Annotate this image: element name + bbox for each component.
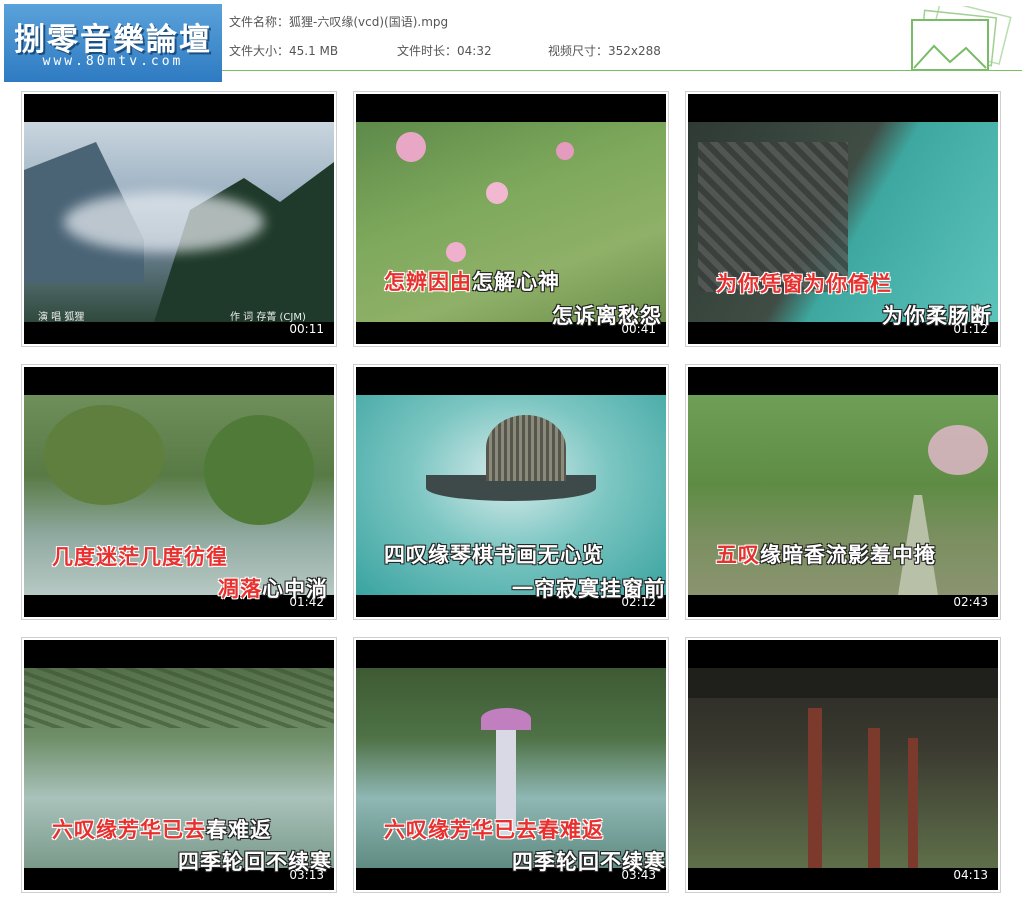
video-thumbnail[interactable]: 几度迷茫几度彷徨 凋落心中淌 01:42 bbox=[21, 364, 337, 620]
logo-url: www.80mtv.com bbox=[42, 54, 184, 69]
timestamp: 01:12 bbox=[953, 322, 988, 336]
timestamp: 02:43 bbox=[953, 595, 988, 609]
lyric-line-1: 怎辨因由怎解心神 bbox=[384, 270, 560, 294]
file-name-label: 文件名称： bbox=[229, 15, 290, 29]
logo-title: 捌零音樂論壇 bbox=[14, 22, 212, 58]
timestamp: 01:42 bbox=[289, 595, 324, 609]
video-thumbnail[interactable]: 五叹缘暗香流影羞中掩 02:43 bbox=[685, 364, 1001, 620]
site-logo: 捌零音樂論壇 www.80mtv.com bbox=[4, 4, 222, 82]
video-dimensions-label: 视频尺寸： bbox=[548, 44, 609, 58]
timestamp: 00:11 bbox=[289, 322, 324, 336]
timestamp: 04:13 bbox=[953, 868, 988, 882]
file-duration-label: 文件时长： bbox=[397, 44, 458, 58]
file-size-label: 文件大小： bbox=[229, 44, 290, 58]
lyric-line-1: 六叹缘芳华已去春难返 bbox=[384, 818, 604, 842]
video-thumbnail[interactable]: 六叹缘芳华已去春难返 四季轮回不续寒 03:13 bbox=[21, 637, 337, 893]
video-thumbnail[interactable]: 四叹缘琴棋书画无心览 一帘寂寞挂窗前 02:12 bbox=[353, 364, 669, 620]
file-name-row: 文件名称：狐狸-六叹缘(vcd)(国语).mpg bbox=[229, 13, 448, 30]
video-thumbnail[interactable]: 04:13 bbox=[685, 637, 1001, 893]
picture-stack-icon bbox=[911, 6, 1012, 71]
file-duration-row: 文件时长：04:32 bbox=[397, 42, 492, 59]
lyric-line-1: 几度迷茫几度彷徨 bbox=[52, 545, 228, 569]
lyric-line-1: 六叹缘芳华已去春难返 bbox=[52, 818, 272, 842]
file-size-value: 45.1 MB bbox=[289, 44, 339, 58]
video-thumbnail[interactable]: 演 唱 狐狸 作 词 存菁 (CJM) 00:11 bbox=[21, 91, 337, 347]
timestamp: 02:12 bbox=[621, 595, 656, 609]
lyric-line-1: 四叹缘琴棋书画无心览 bbox=[384, 543, 604, 567]
video-thumbnail[interactable]: 六叹缘芳华已去春难返 四季轮回不续寒 03:43 bbox=[353, 637, 669, 893]
timestamp: 03:13 bbox=[289, 868, 324, 882]
video-thumbnail[interactable]: 怎辨因由怎解心神 怎诉离愁怨 00:41 bbox=[353, 91, 669, 347]
header-divider bbox=[222, 70, 1022, 71]
file-name-value: 狐狸-六叹缘(vcd)(国语).mpg bbox=[289, 15, 449, 29]
singer-credit: 演 唱 狐狸 bbox=[38, 312, 85, 323]
file-duration-value: 04:32 bbox=[457, 44, 492, 58]
lyric-line-1: 五叹缘暗香流影羞中掩 bbox=[716, 543, 936, 567]
video-dimensions-value: 352x288 bbox=[608, 44, 661, 58]
file-size-row: 文件大小：45.1 MB bbox=[229, 42, 338, 59]
video-dimensions-row: 视频尺寸：352x288 bbox=[548, 42, 661, 59]
lyric-line-1: 为你凭窗为你倚栏 bbox=[716, 272, 892, 296]
lyricist-credit: 作 词 存菁 (CJM) bbox=[230, 312, 306, 323]
video-thumbnail[interactable]: 为你凭窗为你倚栏 为你柔肠断 01:12 bbox=[685, 91, 1001, 347]
timestamp: 03:43 bbox=[621, 868, 656, 882]
timestamp: 00:41 bbox=[621, 322, 656, 336]
